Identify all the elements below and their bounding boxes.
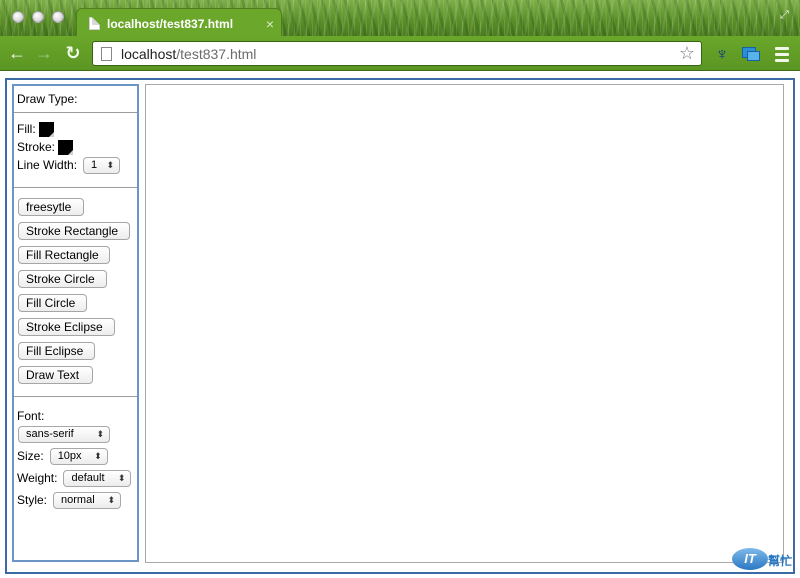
address-bar[interactable]: localhost/test837.html ☆ (92, 41, 702, 66)
line-width-select[interactable]: 1 (83, 156, 121, 174)
url-host: localhost (121, 45, 177, 62)
watermark-badge: IT (732, 548, 768, 570)
font-section: Font: sans-serif Size: 10px Weight: defa… (14, 397, 137, 511)
stroke-circle-button[interactable]: Stroke Circle (18, 270, 107, 288)
fullscreen-icon[interactable]: ⤢ (780, 9, 792, 21)
fill-circle-button[interactable]: Fill Circle (18, 294, 87, 312)
forward-arrow-icon[interactable]: → (33, 43, 55, 65)
drawing-canvas[interactable] (145, 84, 784, 563)
fill-eclipse-button[interactable]: Fill Eclipse (18, 342, 95, 360)
url-text[interactable]: localhost/test837.html (121, 46, 256, 62)
fill-label: Fill: (17, 122, 36, 136)
size-label: Size: (17, 449, 44, 463)
stroke-color-picker[interactable] (58, 139, 74, 155)
stroke-eclipse-button[interactable]: Stroke Eclipse (18, 318, 115, 336)
window-zoom-button[interactable] (52, 11, 64, 23)
page-icon (101, 46, 112, 61)
window-extension-icon[interactable] (741, 44, 761, 64)
bookmark-star-icon[interactable]: ☆ (679, 43, 695, 64)
browser-titlebar: localhost/test837.html × ⤢ (0, 0, 800, 36)
browser-tab[interactable]: localhost/test837.html × (76, 8, 282, 36)
font-select-row: sans-serif (17, 423, 137, 445)
page-viewport: Draw Type: Fill: Stroke: Line Width: 1 f… (0, 72, 800, 578)
fill-row: Fill: (17, 120, 137, 138)
fill-color-picker[interactable] (38, 121, 54, 137)
line-width-label: Line Width: (17, 158, 78, 172)
window-close-button[interactable] (12, 11, 24, 23)
url-path: /test837.html (176, 45, 257, 62)
browser-toolbar: ← → ↻ localhost/test837.html ☆ ♆ (0, 36, 800, 71)
stroke-rectangle-button[interactable]: Stroke Rectangle (18, 222, 130, 240)
weight-row: Weight: default (17, 467, 137, 489)
font-label-row: Font: (17, 408, 137, 423)
freestyle-button[interactable]: freesytle (18, 198, 84, 216)
style-label: Style: (17, 493, 48, 507)
size-row: Size: 10px (17, 445, 137, 467)
tool-panel: Draw Type: Fill: Stroke: Line Width: 1 f… (12, 84, 139, 562)
draw-text-button[interactable]: Draw Text (18, 366, 93, 384)
font-family-select[interactable]: sans-serif (18, 425, 110, 443)
color-section: Fill: Stroke: Line Width: 1 (14, 113, 137, 188)
reload-icon[interactable]: ↻ (62, 43, 84, 65)
stroke-row: Stroke: (17, 138, 137, 156)
watermark-logo: IT 幫忙 (732, 546, 800, 574)
tab-title: localhost/test837.html (107, 16, 234, 31)
font-weight-select[interactable]: default (63, 469, 132, 487)
bird-extension-icon[interactable]: ♆ (712, 44, 732, 64)
page-icon (89, 17, 100, 30)
watermark-text: 幫忙 (768, 554, 793, 568)
back-arrow-icon[interactable]: ← (6, 43, 28, 65)
font-label: Font: (17, 408, 45, 423)
hamburger-menu-icon[interactable] (775, 47, 789, 65)
fill-rectangle-button[interactable]: Fill Rectangle (18, 246, 110, 264)
stroke-label: Stroke: (17, 140, 56, 154)
line-width-row: Line Width: 1 (17, 156, 137, 174)
close-tab-icon[interactable]: × (259, 16, 281, 32)
font-size-select[interactable]: 10px (49, 447, 108, 465)
font-style-select[interactable]: normal (53, 491, 122, 509)
style-row: Style: normal (17, 489, 137, 511)
draw-type-section: Draw Type: (14, 86, 137, 113)
window-minimize-button[interactable] (32, 11, 44, 23)
draw-buttons-section: freesytle Stroke Rectangle Fill Rectangl… (14, 188, 137, 397)
weight-label: Weight: (17, 471, 58, 485)
draw-type-label: Draw Type: (17, 92, 78, 106)
